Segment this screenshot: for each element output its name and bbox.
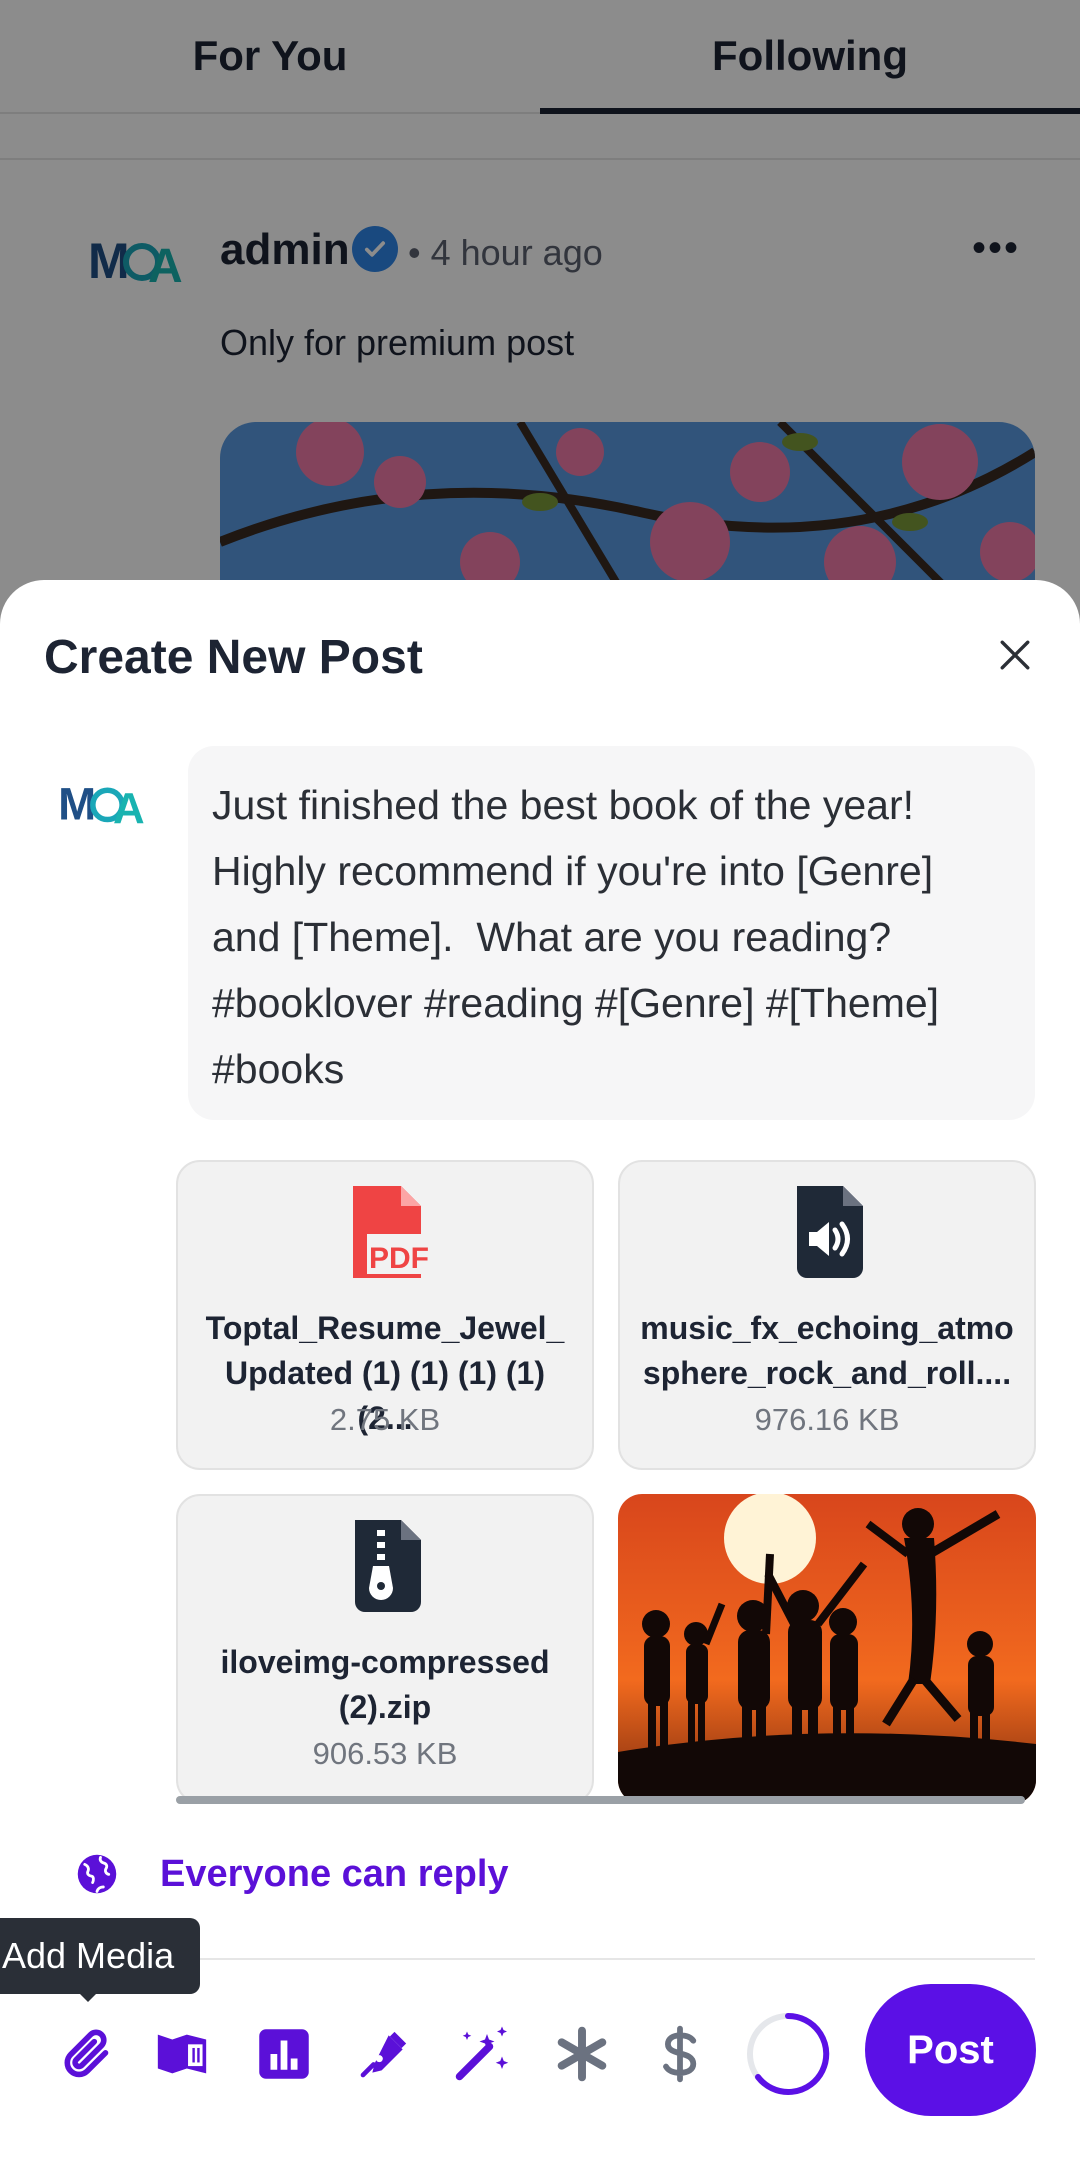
- poll-icon[interactable]: [252, 2022, 316, 2086]
- svg-text:A: A: [113, 784, 145, 833]
- svg-text:PDF: PDF: [369, 1242, 429, 1275]
- attachment-size: 906.53 KB: [312, 1736, 458, 1771]
- audio-file-icon: [797, 1186, 863, 1278]
- attachment-card-pdf[interactable]: PDF Toptal_Resume_Jewel_Updated (1) (1) …: [176, 1160, 594, 1470]
- dollar-icon[interactable]: [648, 2022, 712, 2086]
- sheet-title: Create New Post: [44, 631, 423, 684]
- attachment-size: 2.75 KB: [329, 1402, 441, 1437]
- attach-icon[interactable]: [56, 2022, 120, 2086]
- close-icon[interactable]: [990, 630, 1040, 680]
- composer-avatar: M A: [58, 779, 145, 834]
- attachment-size: 976.16 KB: [754, 1402, 900, 1437]
- post-button[interactable]: Post: [865, 1984, 1036, 2116]
- attachment-name: iloveimg-compressed (2).zip: [220, 1644, 550, 1725]
- draw-icon[interactable]: [352, 2022, 416, 2086]
- composer-toolbar: Post: [0, 1980, 1080, 2140]
- asterisk-icon[interactable]: [550, 2022, 614, 2086]
- globe-icon: [77, 1854, 117, 1894]
- reply-setting[interactable]: Everyone can reply: [76, 1844, 509, 1904]
- attachment-card-zip[interactable]: iloveimg-compressed (2).zip 906.53 KB: [176, 1494, 594, 1804]
- attachments-scrollbar[interactable]: [176, 1796, 1025, 1804]
- post-text-input[interactable]: Just finished the best book of the year!…: [188, 746, 1035, 1120]
- image-thumbnail[interactable]: [618, 1494, 1036, 1804]
- reply-setting-label[interactable]: Everyone can reply: [160, 1853, 509, 1896]
- ai-magic-icon[interactable]: [450, 2022, 514, 2086]
- media-gallery-icon[interactable]: [150, 2022, 214, 2086]
- create-post-sheet: Create New Post M A Just finished the be…: [0, 580, 1080, 2164]
- pdf-file-icon: PDF: [353, 1186, 437, 1278]
- attachment-card-audio[interactable]: music_fx_echoing_atmosphere_rock_and_rol…: [618, 1160, 1036, 1470]
- character-limit-ring: [747, 2012, 830, 2095]
- zip-file-icon: [355, 1520, 421, 1612]
- attachment-name: music_fx_echoing_atmosphere_rock_and_rol…: [640, 1310, 1014, 1391]
